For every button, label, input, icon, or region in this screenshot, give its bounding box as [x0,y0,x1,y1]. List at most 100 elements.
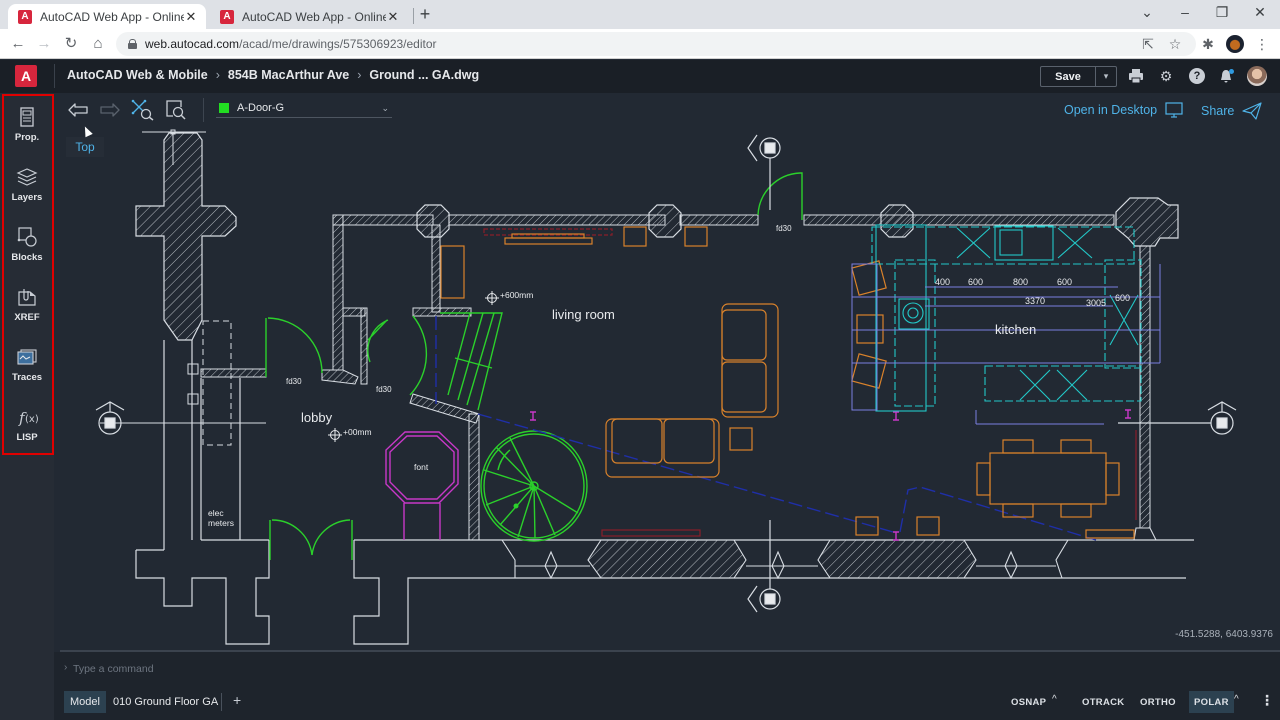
tab-model[interactable]: Model [64,691,106,713]
command-input[interactable] [64,662,664,676]
close-window-button[interactable]: ✕ [1250,4,1270,21]
browser-profile-avatar[interactable] [1226,35,1244,53]
back-button[interactable]: ← [9,35,27,53]
furniture [440,226,1135,539]
sidebar-item-blocks[interactable]: Blocks [4,220,50,274]
breadcrumb-separator: › [357,68,362,82]
otrack-toggle[interactable]: OTRACK [1077,691,1129,713]
browser-tab-active[interactable]: A AutoCAD Web App - Online CAD ✕ [8,4,206,29]
chimney-stack [135,132,237,341]
osnap-toggle[interactable]: OSNAP [1006,691,1051,713]
sidebar-item-xref[interactable]: XREF [4,280,50,334]
room-label-elec: elec [208,508,224,518]
breadcrumb-folder[interactable]: 854B MacArthur Ave [228,68,349,82]
osnap-options-caret-icon[interactable]: ^ [1052,694,1057,705]
zoom-extents-icon[interactable] [131,99,155,121]
lisp-function-icon: f (x) [18,409,38,427]
traces-icon [17,349,37,365]
layer-dropdown[interactable]: A-Door-G ⌄ [216,99,392,118]
dimension-label: 600 [1057,277,1072,287]
properties-icon [20,107,34,127]
undo-icon[interactable] [66,99,90,121]
browser-toolbar: ← → ↻ ⌂ web.autocad.com/acad/me/drawings… [0,29,1280,59]
svg-text:(x): (x) [25,414,38,425]
dimension-label: 3005 [1086,298,1106,308]
new-tab-button[interactable]: + [416,5,434,23]
room-label-lobby: lobby [301,410,333,425]
save-dropdown-button[interactable]: ▾ [1096,67,1116,86]
sidebar-item-label: Blocks [11,252,43,263]
save-button[interactable]: Save [1041,67,1096,86]
sidebar-item-traces[interactable]: Traces [4,340,50,394]
sidebar-item-label: Traces [11,372,43,383]
url-path: /acad/me/drawings/575306923/editor [239,37,437,51]
zoom-window-icon[interactable] [164,99,188,121]
sidebar-item-lisp[interactable]: f (x) LISP [4,400,50,454]
help-icon[interactable]: ? [1189,68,1205,84]
layers-icon [16,168,38,186]
door-tag: fd30 [286,377,302,386]
tab-search-icon[interactable]: ⌄ [1137,4,1157,21]
minimize-button[interactable]: – [1175,4,1195,20]
dimension-label: 600 [968,277,983,287]
close-tab-icon[interactable]: ✕ [184,9,198,25]
share-label: Share [1201,104,1235,118]
settings-gear-icon[interactable]: ⚙ [1158,68,1174,84]
extensions-icon[interactable]: ✱ [1199,36,1217,53]
room-label-font: font [414,462,429,472]
sidebar-item-label: Prop. [14,132,40,143]
chrome-menu-icon[interactable]: ⋮ [1253,36,1271,53]
close-tab-icon[interactable]: ✕ [386,9,400,25]
layout-tab-divider [221,693,222,711]
share-page-icon[interactable]: ⇱ [1139,36,1157,53]
cursor-coordinates: -451.5288, 6403.9376 [1175,629,1273,640]
door-tag: fd30 [776,224,792,233]
sidebar-item-layers[interactable]: Layers [4,160,50,214]
add-layout-button[interactable]: + [233,692,241,708]
breadcrumb-root[interactable]: AutoCAD Web & Mobile [67,68,208,82]
share-button[interactable]: Share [1201,102,1262,120]
user-avatar[interactable] [1247,66,1267,86]
forward-button[interactable]: → [35,35,53,53]
polar-toggle[interactable]: POLAR [1189,691,1234,713]
autocad-logo[interactable]: A [15,65,37,87]
blocks-icon [17,227,37,247]
print-icon[interactable] [1128,68,1144,84]
tab-layout[interactable]: 010 Ground Floor GA [113,691,218,713]
reload-button[interactable]: ↻ [62,35,80,53]
save-button-group: Save ▾ [1040,66,1117,87]
browser-tab[interactable]: A AutoCAD Web App - Online CAD ✕ [210,4,408,29]
notification-badge [1229,69,1234,74]
room-label-meters: meters [208,518,234,528]
lock-icon[interactable] [128,39,137,49]
more-options-icon[interactable]: ⋮ [1260,692,1274,709]
xref-icon [18,289,36,306]
current-layer-name: A-Door-G [237,102,285,114]
level-marker-label: +00mm [343,427,372,437]
open-in-desktop-label: Open in Desktop [1064,103,1158,117]
dimension-total-label: 3370 [1025,296,1045,306]
dimension-lines [851,263,1161,425]
dimension-label: 600 [1115,293,1130,303]
breadcrumb-separator: › [215,68,220,82]
bookmark-star-icon[interactable]: ☆ [1166,36,1184,53]
sidebar-item-label: Layers [11,192,43,203]
door-tag: fd30 [376,385,392,394]
level-marker-label: +600mm [500,290,533,300]
sidebar-item-label: XREF [14,312,40,323]
ortho-toggle[interactable]: ORTHO [1135,691,1181,713]
breadcrumb: AutoCAD Web & Mobile › 854B MacArthur Av… [67,68,479,82]
drawing-canvas[interactable]: 400 600 800 600 3370 3005 600 living roo [54,126,1280,650]
address-bar[interactable]: web.autocad.com/acad/me/drawings/5753069… [116,32,1196,56]
sidebar-item-properties[interactable]: Prop. [4,100,50,154]
breadcrumb-file: Ground ... GA.dwg [369,68,480,82]
toolbar-divider [203,98,204,122]
polar-options-caret-icon[interactable]: ^ [1234,694,1239,705]
home-button[interactable]: ⌂ [89,35,107,53]
dimension-label: 800 [1013,277,1028,287]
url-domain: web.autocad.com [145,37,240,51]
room-label-living-room: living room [552,307,615,322]
open-in-desktop-button[interactable]: Open in Desktop [1064,102,1183,118]
restore-button[interactable]: ❐ [1212,4,1232,21]
redo-icon[interactable] [98,99,122,121]
